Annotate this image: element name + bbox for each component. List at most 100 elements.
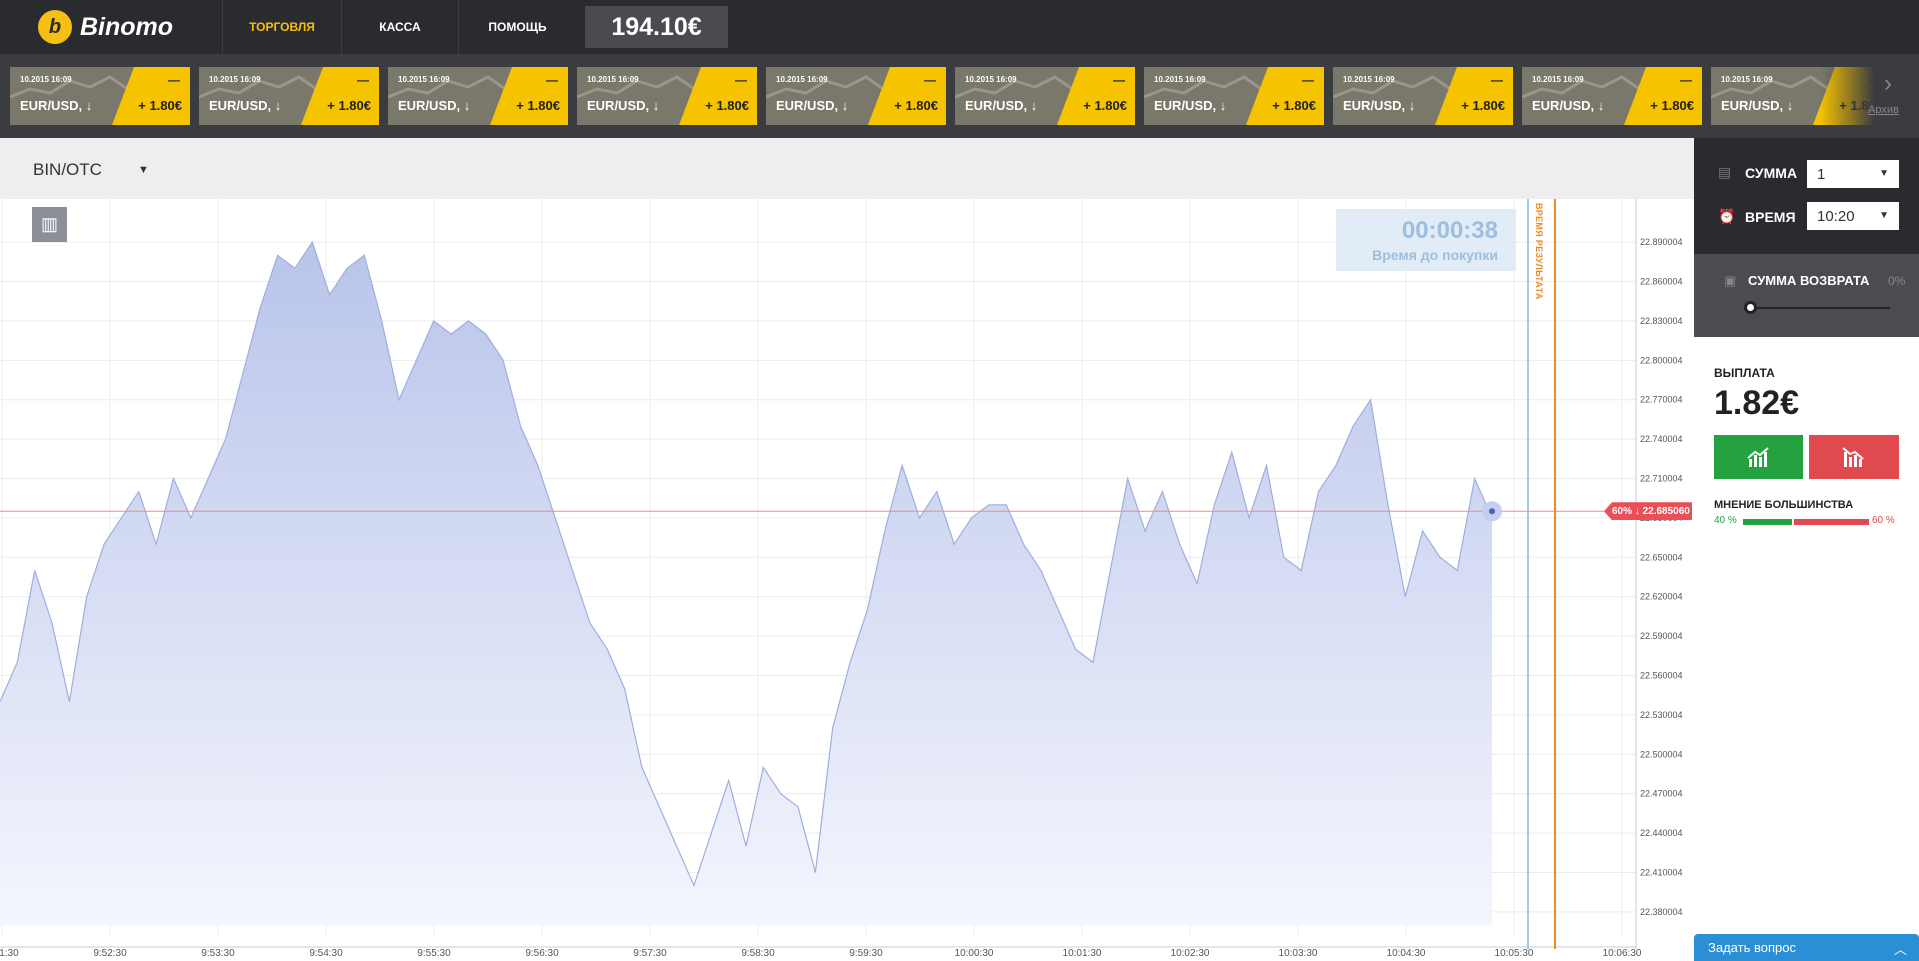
amount-value: 1 <box>1817 165 1826 183</box>
binomo-logo[interactable]: b Binomo <box>38 9 173 45</box>
deal-status: — <box>357 73 369 87</box>
deal-status: — <box>1680 73 1692 87</box>
result-time-label: ВРЕМЯ РЕЗУЛЬТАТА <box>1534 203 1544 300</box>
chart-type-icon[interactable]: ▥ <box>32 207 67 242</box>
x-tick-label: 10:01:30 <box>1063 948 1102 959</box>
y-tick-label: 22.890004 <box>1640 237 1683 247</box>
x-tick-label: 9:55:30 <box>417 948 451 959</box>
coins-icon: ▤ <box>1718 164 1732 180</box>
deal-pair: EUR/USD, ↓ <box>20 98 93 113</box>
nav-trading[interactable]: ТОРГОВЛЯ <box>222 0 341 54</box>
deal-card[interactable]: 10.2015 16:09 EUR/USD, ↓ — + 1.80€ <box>955 67 1135 125</box>
deal-card[interactable]: 10.2015 16:09 EUR/USD, ↓ — + 1.80€ <box>577 67 757 125</box>
deal-status: — <box>924 73 936 87</box>
account-balance[interactable]: 194.10€ <box>585 6 728 48</box>
time-select[interactable]: 10:20 ▼ <box>1807 202 1899 230</box>
refund-percent: 0% <box>1888 274 1906 288</box>
y-tick-label: 22.380004 <box>1640 907 1683 917</box>
trade-params-panel <box>1694 138 1919 254</box>
deal-card[interactable]: 10.2015 16:09 EUR/USD, ↓ — + 1.80€ <box>1144 67 1324 125</box>
deal-card[interactable]: 10.2015 16:09 EUR/USD, ↓ — + 1.80€ <box>1522 67 1702 125</box>
put-down-button[interactable] <box>1809 435 1899 479</box>
x-tick-label: 9:54:30 <box>309 948 343 959</box>
majority-bar <box>1743 519 1869 525</box>
archive-link[interactable]: Архив <box>1868 104 1899 116</box>
logo-icon: b <box>38 10 72 44</box>
chart-down-icon <box>1842 447 1864 467</box>
refund-slider-handle[interactable] <box>1744 301 1757 314</box>
deal-pair: EUR/USD, ↓ <box>1343 98 1416 113</box>
price-chart[interactable]: 22.890004 22.860004 22.830004 22.800004 22.7… <box>0 199 1694 961</box>
deal-pair: EUR/USD, ↓ <box>1154 98 1227 113</box>
x-tick-label: 10:04:30 <box>1387 948 1426 959</box>
deal-date: 10.2015 16:09 <box>1721 75 1773 84</box>
majority-down-percent: 60 % <box>1872 515 1895 526</box>
price-area <box>0 242 1492 926</box>
x-tick-label: 9:59:30 <box>849 948 883 959</box>
refund-slider-track[interactable] <box>1749 307 1890 309</box>
chart-canvas[interactable]: 22.890004 22.860004 22.830004 22.800004 22.7… <box>0 199 1694 961</box>
nav-help[interactable]: ПОМОЩЬ <box>458 0 576 54</box>
payout-label: ВЫПЛАТА <box>1714 366 1775 380</box>
alarm-clock-icon: ⏰ <box>1718 208 1736 224</box>
deal-date: 10.2015 16:09 <box>1343 75 1395 84</box>
majority-down-fill <box>1794 519 1869 525</box>
deal-status: — <box>1302 73 1314 87</box>
deal-date: 10.2015 16:09 <box>20 75 72 84</box>
y-tick-label: 22.650004 <box>1640 552 1683 562</box>
majority-opinion-label: МНЕНИЕ БОЛЬШИНСТВА <box>1714 499 1854 511</box>
amount-label: СУММА <box>1745 165 1798 181</box>
deal-card[interactable]: 10.2015 16:09 EUR/USD, ↓ — + 1.80€ <box>388 67 568 125</box>
ask-question-button[interactable]: Задать вопрос ︿ <box>1694 934 1919 961</box>
chevron-down-icon: ▼ <box>1879 168 1889 179</box>
chevron-down-icon[interactable]: ▼ <box>138 164 149 176</box>
x-tick-label: 10:06:30 <box>1603 948 1642 959</box>
current-point <box>1489 508 1495 515</box>
x-tick-label: 9:51:30 <box>0 948 19 959</box>
y-tick-label: 22.500004 <box>1640 749 1683 759</box>
chevron-right-icon[interactable]: › <box>1884 70 1892 98</box>
deal-pair: EUR/USD, ↓ <box>1532 98 1605 113</box>
deal-profit: + 1.80€ <box>327 98 371 113</box>
deal-status: — <box>168 73 180 87</box>
y-tick-label: 22.470004 <box>1640 789 1683 799</box>
y-tick-label: 22.830004 <box>1640 316 1683 326</box>
deal-pair: EUR/USD, ↓ <box>398 98 471 113</box>
x-tick-label: 9:56:30 <box>525 948 559 959</box>
asset-dropdown[interactable]: BIN/OTC <box>33 160 102 180</box>
ask-question-label: Задать вопрос <box>1708 940 1796 955</box>
y-tick-label: 22.590004 <box>1640 631 1683 641</box>
y-tick-label: 22.800004 <box>1640 355 1683 365</box>
x-tick-label: 9:53:30 <box>201 948 235 959</box>
x-tick-label: 9:58:30 <box>741 948 775 959</box>
purchase-timer: 00:00:38 Время до покупки <box>1336 209 1516 271</box>
deal-date: 10.2015 16:09 <box>776 75 828 84</box>
deal-pair: EUR/USD, ↓ <box>209 98 282 113</box>
y-tick-label: 22.620004 <box>1640 592 1683 602</box>
y-tick-label: 22.440004 <box>1640 828 1683 838</box>
majority-up-percent: 40 % <box>1714 515 1737 526</box>
amount-select[interactable]: 1 ▼ <box>1807 160 1899 188</box>
x-tick-label: 10:00:30 <box>955 948 994 959</box>
top-navigation-bar: b Binomo ТОРГОВЛЯ КАССА ПОМОЩЬ 194.10€ <box>0 0 1919 54</box>
deal-card[interactable]: 10.2015 16:09 EUR/USD, ↓ — + 1.80€ <box>10 67 190 125</box>
deal-date: 10.2015 16:09 <box>1154 75 1206 84</box>
deal-date: 10.2015 16:09 <box>965 75 1017 84</box>
deal-date: 10.2015 16:09 <box>209 75 261 84</box>
call-up-button[interactable] <box>1714 435 1803 479</box>
deal-pair: EUR/USD, ↓ <box>1721 98 1794 113</box>
deal-card[interactable]: 10.2015 16:09 EUR/USD, ↓ — + 1.80€ <box>199 67 379 125</box>
deal-status: — <box>546 73 558 87</box>
deal-status: — <box>1491 73 1503 87</box>
time-label: ВРЕМЯ <box>1745 209 1796 225</box>
deal-pair: EUR/USD, ↓ <box>965 98 1038 113</box>
deal-card[interactable]: 10.2015 16:09 EUR/USD, ↓ — + 1.80€ <box>766 67 946 125</box>
payout-value: 1.82€ <box>1714 384 1800 422</box>
y-tick-label: 22.740004 <box>1640 434 1683 444</box>
deal-status: — <box>735 73 747 87</box>
refund-panel <box>1694 254 1919 337</box>
deal-profit: + 1.80€ <box>516 98 560 113</box>
deal-card[interactable]: 10.2015 16:09 EUR/USD, ↓ — + 1.80€ <box>1333 67 1513 125</box>
deal-profit: + 1.80€ <box>1461 98 1505 113</box>
nav-cashier[interactable]: КАССА <box>341 0 458 54</box>
